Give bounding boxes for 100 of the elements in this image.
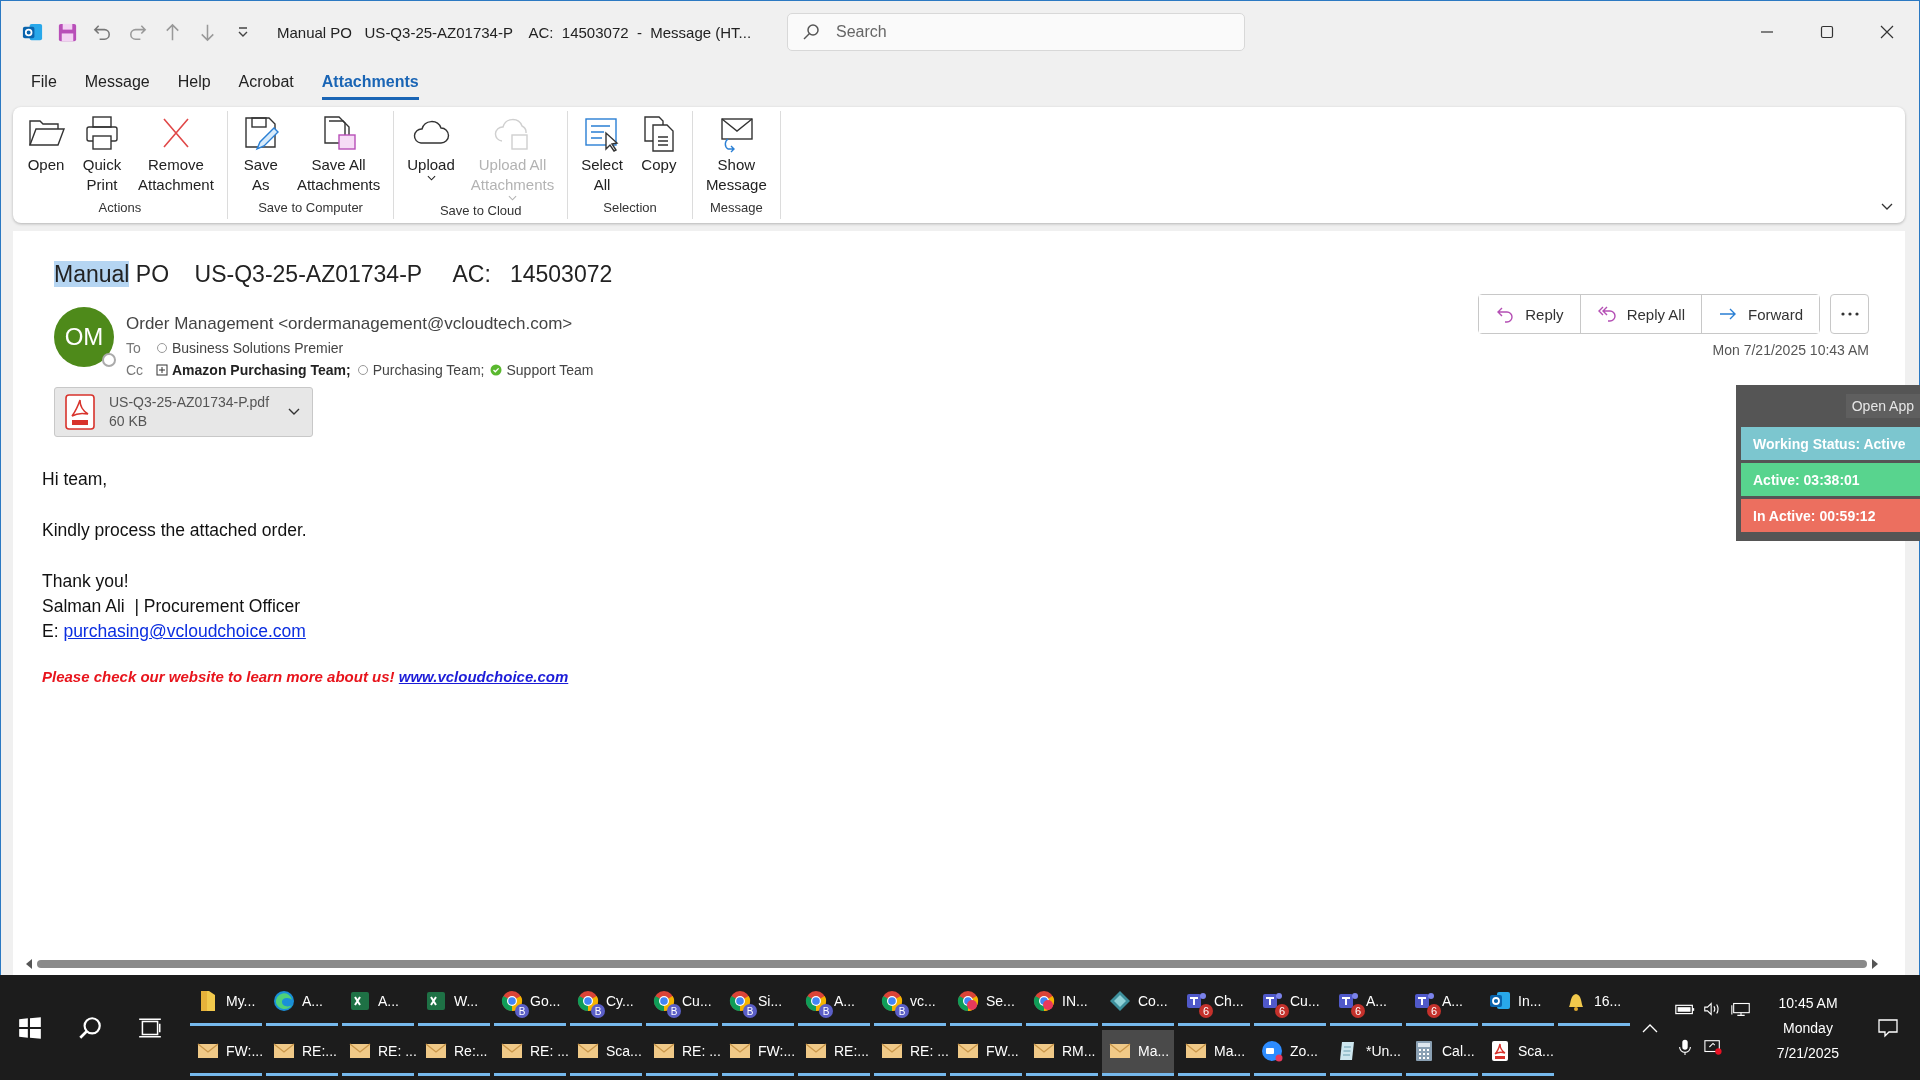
caret-icon bbox=[426, 175, 436, 181]
screen-share-icon[interactable] bbox=[1702, 1037, 1724, 1056]
ribbon-button[interactable]: Open bbox=[19, 111, 73, 200]
ribbon-tab[interactable]: Attachments bbox=[321, 66, 419, 100]
ribbon-button[interactable]: Copy bbox=[631, 111, 686, 200]
taskbar-item[interactable]: A... bbox=[342, 979, 414, 1026]
taskbar-item[interactable]: B Cu... bbox=[646, 979, 718, 1026]
scroll-left-icon[interactable] bbox=[25, 959, 33, 969]
notification-badge: B bbox=[895, 1004, 909, 1018]
taskbar-item[interactable]: B A... bbox=[798, 979, 870, 1026]
notification-badge: B bbox=[515, 1004, 529, 1018]
taskbar-item[interactable]: RM... bbox=[1026, 1029, 1098, 1076]
ribbon-tab[interactable]: Message bbox=[84, 66, 150, 100]
ribbon-button[interactable]: Quick Print bbox=[75, 111, 129, 200]
email-link[interactable]: purchasing@vcloudchoice.com bbox=[63, 621, 306, 641]
taskbar-item[interactable]: In... bbox=[1482, 979, 1554, 1026]
website-link[interactable]: www.vcloudchoice.com bbox=[398, 668, 569, 685]
clock-day[interactable]: Monday bbox=[1766, 1019, 1850, 1036]
ribbon-tab[interactable]: Acrobat bbox=[238, 66, 294, 100]
attachment-card[interactable]: US-Q3-25-AZ01734-P.pdf 60 KB bbox=[54, 387, 313, 437]
expand-icon[interactable] bbox=[156, 364, 168, 376]
ribbon-button[interactable]: Save As bbox=[233, 111, 288, 200]
pdf-file-icon bbox=[65, 394, 95, 430]
taskbar-item[interactable]: Co... bbox=[1102, 979, 1174, 1026]
taskbar-item[interactable]: FW... bbox=[950, 1029, 1022, 1076]
taskbar-item[interactable]: Cal... bbox=[1406, 1029, 1478, 1076]
notification-badge: 6 bbox=[1199, 1004, 1213, 1018]
ribbon-button[interactable]: Show Message bbox=[698, 111, 774, 200]
taskbar-item[interactable]: 6 Cu... bbox=[1254, 979, 1326, 1026]
taskbar-item[interactable]: Zo... bbox=[1254, 1029, 1326, 1076]
taskbar-item[interactable]: Re:... bbox=[418, 1029, 490, 1076]
ribbon-button[interactable]: Select All bbox=[574, 111, 630, 200]
recipient[interactable]: Purchasing Team; bbox=[372, 362, 485, 378]
taskbar-item[interactable]: Sca... bbox=[1482, 1029, 1554, 1076]
ribbon-button[interactable]: Upload bbox=[400, 111, 462, 203]
clock-date[interactable]: 7/21/2025 bbox=[1766, 1044, 1850, 1061]
taskbar-item[interactable]: *Un... bbox=[1330, 1029, 1402, 1076]
window-title: Manual PO US-Q3-25-AZ01734-P AC: 14503072 - Message (HT... bbox=[277, 23, 753, 41]
taskbar-item[interactable]: W... bbox=[418, 979, 490, 1026]
horizontal-scrollbar[interactable] bbox=[25, 957, 1879, 971]
body-text: Hi team, bbox=[42, 468, 108, 491]
taskbar-item[interactable]: FW:... bbox=[190, 1029, 262, 1076]
taskbar-item[interactable]: B vc... bbox=[874, 979, 946, 1026]
taskbar-item[interactable]: B Go... bbox=[494, 979, 566, 1026]
taskbar-item[interactable]: 16... bbox=[1558, 979, 1630, 1026]
notification-badge: 6 bbox=[1351, 1004, 1365, 1018]
taskbar-item[interactable]: B Cy... bbox=[570, 979, 642, 1026]
windows-start-icon[interactable] bbox=[17, 1014, 43, 1041]
website-promo: Please check our website to learn more about us! www.vcloudchoice.com bbox=[42, 668, 569, 685]
recipient[interactable]: Amazon Purchasing Team; bbox=[172, 362, 351, 378]
ribbon-button[interactable]: Save All Attachments bbox=[289, 111, 388, 200]
recipient[interactable]: Business Solutions Premier bbox=[172, 340, 344, 356]
taskbar-item[interactable]: A... bbox=[266, 979, 338, 1026]
taskbar-item[interactable]: FW:... bbox=[722, 1029, 794, 1076]
browser-icon bbox=[272, 989, 296, 1013]
taskbar-item[interactable]: B Si... bbox=[722, 979, 794, 1026]
taskbar-item[interactable]: RE: ... bbox=[494, 1029, 566, 1076]
attachment-size: 60 KB bbox=[109, 412, 149, 431]
taskbar-item[interactable]: 6 A... bbox=[1406, 979, 1478, 1026]
taskbar-item[interactable]: RE: ... bbox=[646, 1029, 718, 1076]
ribbon-group-label: Save to Computer bbox=[258, 200, 363, 217]
notification-badge: 6 bbox=[1427, 1004, 1441, 1018]
taskbar-item[interactable]: Se... bbox=[950, 979, 1022, 1026]
taskbar-item[interactable]: Ma... bbox=[1178, 1029, 1250, 1076]
clock-time[interactable]: 10:45 AM bbox=[1766, 994, 1850, 1011]
collapse-ribbon-icon[interactable] bbox=[1881, 203, 1893, 211]
recipient[interactable]: Support Team bbox=[506, 362, 594, 378]
taskbar-item[interactable]: RE:... bbox=[798, 1029, 870, 1076]
body-text: Kindly process the attached order. bbox=[42, 519, 307, 542]
open-app-button[interactable]: Open App bbox=[1845, 394, 1920, 418]
to-label: To bbox=[126, 340, 142, 356]
search-icon[interactable] bbox=[77, 1014, 103, 1041]
taskbar-item[interactable]: 6 Ch... bbox=[1178, 979, 1250, 1026]
cc-label: Cc bbox=[126, 362, 145, 378]
status-bar: In Active: 00:59:12 bbox=[1741, 499, 1920, 532]
show-hidden-icons-icon[interactable] bbox=[1642, 1022, 1658, 1033]
message-date: Mon 7/21/2025 10:43 AM bbox=[1712, 342, 1869, 358]
chevron-down-icon[interactable] bbox=[288, 408, 300, 416]
search-field[interactable]: Search bbox=[787, 13, 1245, 51]
taskbar-item[interactable]: IN... bbox=[1026, 979, 1098, 1026]
taskbar-item[interactable]: RE: ... bbox=[342, 1029, 414, 1076]
body-text: Thank you! bbox=[42, 570, 129, 593]
ribbon-tab[interactable]: File bbox=[31, 66, 57, 100]
notification-badge: B bbox=[819, 1004, 833, 1018]
message-action-button[interactable]: Forward bbox=[1701, 295, 1819, 333]
ribbon-button[interactable]: Remove Attachment bbox=[131, 111, 221, 200]
diamond-icon bbox=[1108, 989, 1132, 1013]
browser-icon bbox=[880, 989, 904, 1013]
taskbar-item[interactable]: My... bbox=[190, 979, 262, 1026]
taskbar-item[interactable]: 6 A... bbox=[1330, 979, 1402, 1026]
taskbar-item[interactable]: Ma... bbox=[1102, 1029, 1174, 1076]
notification-badge: B bbox=[743, 1004, 757, 1018]
taskbar-item[interactable]: RE: ... bbox=[874, 1029, 946, 1076]
browser-icon bbox=[804, 989, 828, 1013]
ribbon-tab[interactable]: Help bbox=[177, 66, 211, 100]
taskbar-item[interactable]: RE:... bbox=[266, 1029, 338, 1076]
taskbar-item[interactable]: Sca... bbox=[570, 1029, 642, 1076]
scroll-right-icon[interactable] bbox=[1871, 959, 1879, 969]
sender: Order Management <ordermanagement@vcloudtech.com> bbox=[126, 314, 574, 334]
spreadsheet-icon bbox=[348, 989, 372, 1013]
